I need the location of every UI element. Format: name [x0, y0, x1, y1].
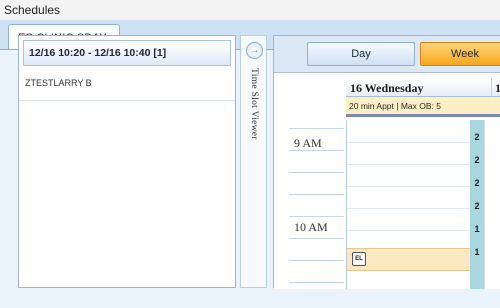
arrow-right-icon[interactable]: →: [246, 42, 263, 59]
slot-count: 2: [474, 201, 480, 211]
hour-line: [289, 282, 344, 283]
week-view-button[interactable]: Week: [420, 42, 500, 66]
hour-line: [289, 194, 344, 195]
slot-count-column: 2 2 2 2 1 1: [470, 120, 484, 289]
day-view-button[interactable]: Day: [307, 42, 415, 66]
hour-line: [289, 128, 344, 129]
view-toggle-bar: Day Week: [274, 36, 500, 73]
patient-list-item[interactable]: ZTESTLARRY B: [25, 78, 225, 92]
day-header-wednesday[interactable]: 16 Wednesday: [346, 78, 491, 97]
list-divider: [19, 100, 235, 101]
time-slot-viewer-strip: → Time Slot Viewer: [240, 35, 267, 288]
timeslot-header[interactable]: 12/16 10:20 - 12/16 10:40 [1]: [23, 40, 231, 66]
timeslot-list-panel: 12/16 10:20 - 12/16 10:40 [1] ZTESTLARRY…: [18, 35, 236, 288]
slot-line: [347, 230, 471, 231]
slot-count: 1: [474, 247, 480, 257]
appointment-icon[interactable]: EL: [352, 252, 366, 266]
time-column: 9 AM 10 AM: [274, 74, 346, 289]
day-header-next[interactable]: 1: [491, 78, 500, 97]
slot-count: 2: [474, 155, 480, 165]
slot-line: [347, 186, 471, 187]
slot-count: 2: [474, 178, 480, 188]
hour-line: [289, 172, 344, 173]
next-day-column[interactable]: [484, 120, 500, 289]
hour-line: [289, 260, 344, 261]
slot-line: [347, 142, 471, 143]
appointment-slot[interactable]: EL: [347, 248, 471, 271]
calendar-grid: 9 AM 10 AM 16 Wednesday 1 20 min Appt | …: [274, 74, 500, 289]
time-label-10am: 10 AM: [294, 220, 328, 234]
slot-count: 2: [474, 132, 480, 142]
hour-line: [289, 238, 344, 239]
day-column[interactable]: EL: [346, 120, 471, 289]
window-title: Schedules: [0, 0, 500, 20]
slot-count: 1: [474, 224, 480, 234]
hour-line: [289, 216, 344, 217]
hour-line: [289, 150, 344, 151]
allday-appointment-info[interactable]: 20 min Appt | Max OB: 5: [346, 97, 500, 117]
slot-line: [347, 164, 471, 165]
time-slot-viewer-label[interactable]: Time Slot Viewer: [249, 68, 259, 140]
calendar-panel: Day Week 9 AM 10 AM 16 Wednesday 1 20 mi…: [273, 35, 500, 289]
slot-line: [347, 208, 471, 209]
time-label-9am: 9 AM: [294, 136, 322, 150]
